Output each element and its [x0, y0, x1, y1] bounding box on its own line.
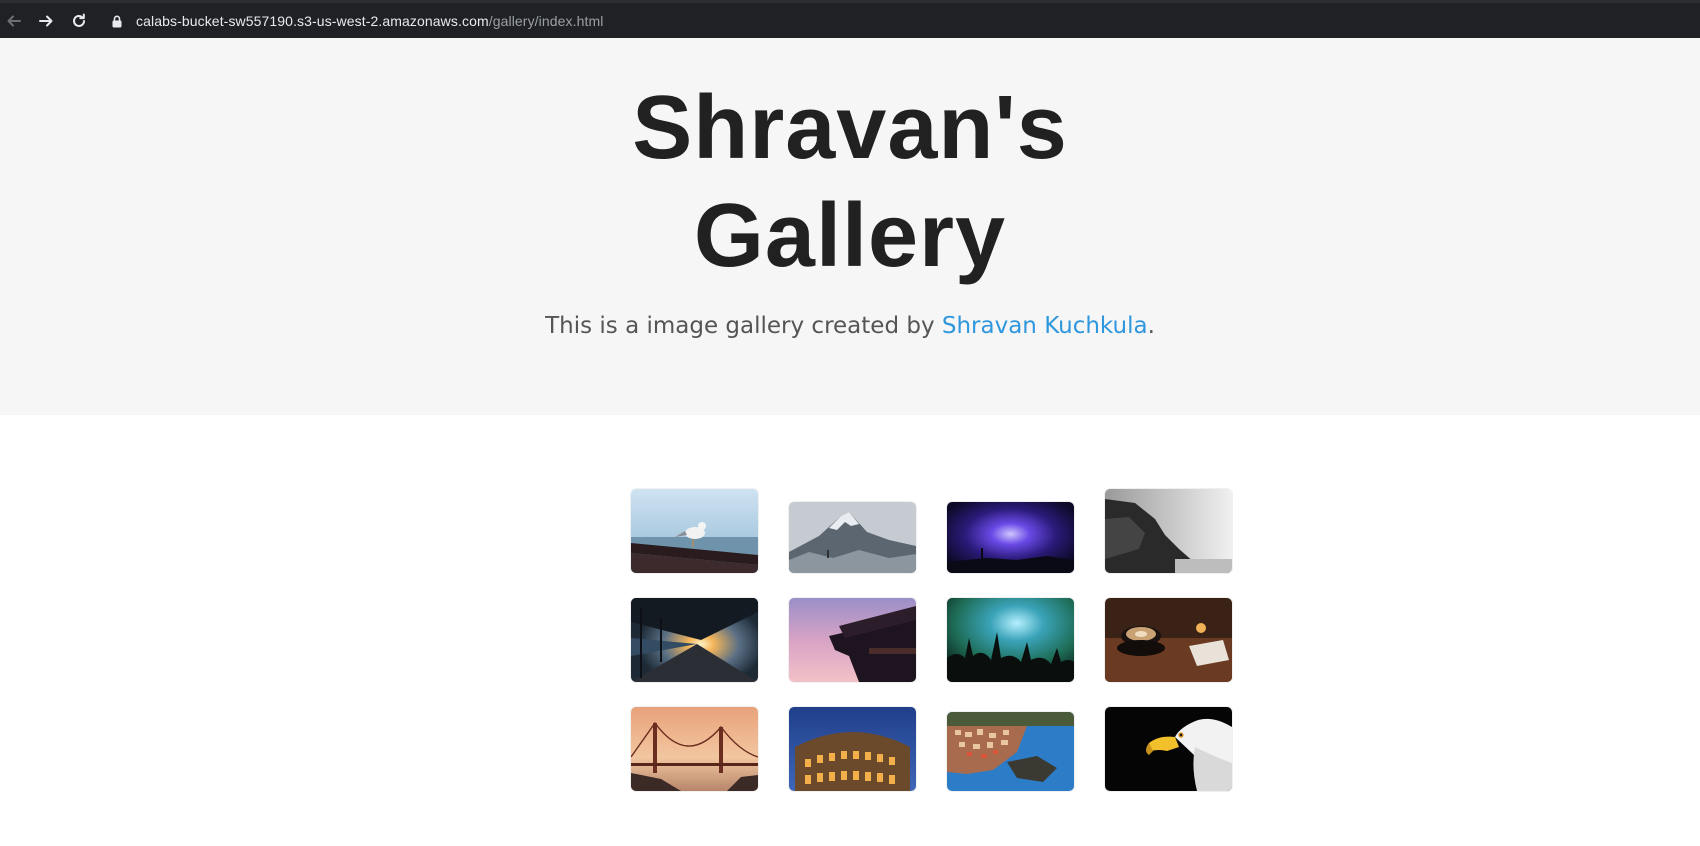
url-text: calabs-bucket-sw557190.s3-us-west-2.amaz… [136, 13, 603, 29]
lock-icon [112, 13, 126, 29]
address-bar[interactable]: calabs-bucket-sw557190.s3-us-west-2.amaz… [100, 5, 1700, 37]
thumbnail-cliffside-village[interactable] [947, 712, 1074, 791]
gallery-grid [631, 489, 1259, 791]
url-host: calabs-bucket-sw557190.s3-us-west-2.amaz… [136, 13, 489, 29]
subtitle-prefix: This is a image gallery created by [545, 313, 942, 339]
page-subtitle: This is a image gallery created by Shrav… [0, 313, 1700, 339]
back-arrow-icon[interactable] [3, 10, 25, 32]
thumbnail-cliff[interactable] [1105, 489, 1232, 573]
subtitle-suffix: . [1147, 313, 1155, 339]
thumbnail-mountain[interactable] [789, 502, 916, 573]
reload-icon[interactable] [68, 10, 90, 32]
thumbnail-purple-sky[interactable] [947, 502, 1074, 573]
thumbnail-seagull[interactable] [631, 489, 758, 573]
thumbnail-eagle[interactable] [1105, 707, 1232, 791]
page-title: Shravan's Gallery [0, 38, 1700, 290]
thumbnail-train-platform[interactable] [631, 598, 758, 682]
url-path: /gallery/index.html [488, 13, 604, 29]
thumbnail-colosseum[interactable] [789, 707, 916, 791]
thumbnail-concert[interactable] [947, 598, 1074, 682]
thumbnail-coffee[interactable] [1105, 598, 1232, 682]
page-title-line1: Shravan's [632, 78, 1068, 178]
thumbnail-pagoda[interactable] [789, 598, 916, 682]
browser-toolbar: calabs-bucket-sw557190.s3-us-west-2.amaz… [0, 0, 1700, 38]
hero-section: Shravan's Gallery This is a image galler… [0, 38, 1700, 415]
forward-arrow-icon[interactable] [35, 10, 57, 32]
thumbnail-golden-gate[interactable] [631, 707, 758, 791]
author-link[interactable]: Shravan Kuchkula [942, 313, 1148, 339]
page-title-line2: Gallery [693, 186, 1007, 286]
